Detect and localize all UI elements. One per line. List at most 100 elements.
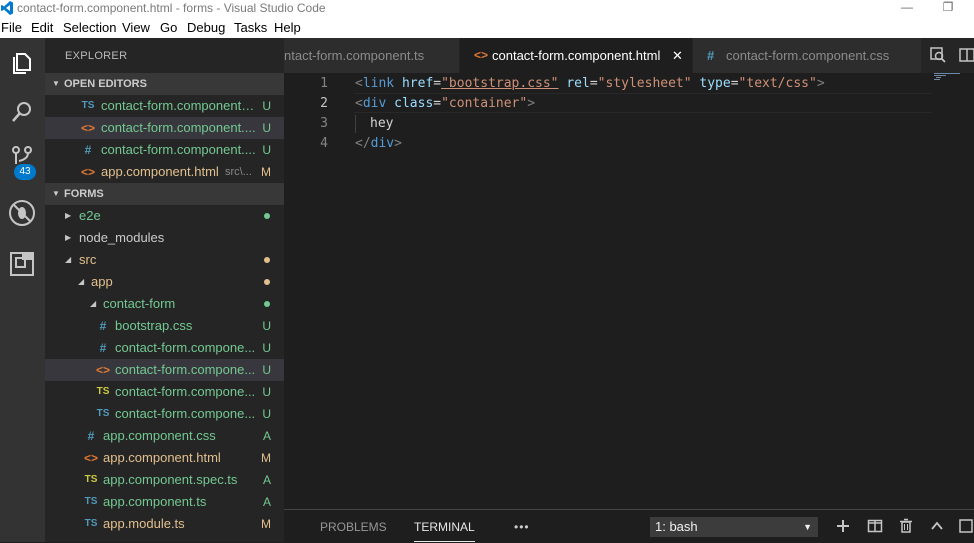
menu-debug[interactable]: Debug <box>187 20 225 35</box>
folder-name: contact-form <box>103 296 176 311</box>
open-editor-name: contact-form.component.... <box>101 120 256 135</box>
menu-selection[interactable]: Selection <box>63 20 116 35</box>
typescript-icon: TS <box>84 518 98 529</box>
status-dot <box>264 279 270 285</box>
menu-file[interactable]: File <box>1 20 22 35</box>
open-editors-label: OPEN EDITORS <box>64 78 147 90</box>
search-icon[interactable] <box>7 97 37 127</box>
close-icon[interactable]: ✕ <box>672 38 683 73</box>
project-header[interactable]: ▼ FORMS <box>45 183 284 205</box>
folder-item[interactable]: ◢ contact-form <box>45 293 284 315</box>
menu-help[interactable]: Help <box>274 20 301 35</box>
project-label: FORMS <box>64 188 104 200</box>
maximize-panel-icon[interactable] <box>958 518 974 534</box>
trash-icon[interactable] <box>898 518 914 534</box>
status-badge: U <box>262 319 271 333</box>
menu-edit[interactable]: Edit <box>31 20 53 35</box>
status-badge: M <box>261 517 271 531</box>
menu-view[interactable]: View <box>122 20 150 35</box>
chevron-right-icon: ▶ <box>65 233 72 242</box>
open-editor-name: contact-form.component.t... <box>101 98 257 113</box>
file-name: app.component.css <box>103 428 216 443</box>
chevron-down-icon: ▼ <box>52 189 60 198</box>
file-item[interactable]: # contact-form.compone... U <box>45 337 284 359</box>
chevron-up-icon[interactable] <box>929 518 945 534</box>
open-preview-icon[interactable] <box>929 46 947 64</box>
html-icon: <> <box>96 363 111 377</box>
open-editor-name: app.component.html <box>101 164 219 179</box>
tab-contact-form-css[interactable]: # contact-form.component.css <box>693 38 921 73</box>
sidebar-title: EXPLORER <box>65 50 128 62</box>
bottom-panel: PROBLEMS TERMINAL ••• 1: bash ▼ <box>284 509 974 543</box>
split-terminal-icon[interactable] <box>867 518 883 534</box>
status-badge: U <box>262 363 271 377</box>
more-actions-icon[interactable]: ••• <box>514 520 530 534</box>
folder-item[interactable]: ▶ node_modules <box>45 227 284 249</box>
open-editor-item[interactable]: <> app.component.html src\... M <box>45 161 284 183</box>
extensions-icon[interactable] <box>7 249 37 279</box>
open-editors-header[interactable]: ▼ OPEN EDITORS <box>45 73 284 95</box>
tab-problems[interactable]: PROBLEMS <box>320 520 387 534</box>
open-editor-item[interactable]: # contact-form.component.... U <box>45 139 284 161</box>
token: hey <box>370 116 394 131</box>
file-name: contact-form.compone... <box>115 384 256 399</box>
open-editor-path: src\... <box>225 166 252 178</box>
status-badge: A <box>262 429 271 443</box>
typescript-icon: TS <box>84 474 98 485</box>
tab-terminal[interactable]: TERMINAL <box>414 520 475 542</box>
open-editor-item[interactable]: TS contact-form.component.t... U <box>45 95 284 117</box>
debug-icon[interactable] <box>7 198 37 228</box>
terminal-select[interactable]: 1: bash ▼ <box>650 517 818 537</box>
folder-item[interactable]: ◢ src <box>45 249 284 271</box>
file-name: app.component.html <box>103 450 221 465</box>
file-item[interactable]: # bootstrap.css U <box>45 315 284 337</box>
file-item[interactable]: TS contact-form.compone... U <box>45 381 284 403</box>
folder-item[interactable]: ◢ app <box>45 271 284 293</box>
menu-tasks[interactable]: Tasks <box>234 20 267 35</box>
token: > <box>394 136 402 151</box>
css-icon: # <box>99 319 107 333</box>
file-item[interactable]: TS app.component.ts A <box>45 491 284 513</box>
file-item[interactable]: TS app.module.ts M <box>45 513 284 535</box>
token: div <box>370 136 395 151</box>
file-item[interactable]: <> app.component.html M <box>45 447 284 469</box>
menu-bar: File Edit Selection View Go Debug Tasks … <box>0 17 974 38</box>
html-icon: <> <box>84 451 99 465</box>
tab-label: ntact-form.component.ts <box>284 48 425 63</box>
css-icon: # <box>707 48 715 63</box>
file-item[interactable]: <> contact-form.compone... U <box>45 359 284 381</box>
css-icon: # <box>87 429 95 443</box>
explorer-icon[interactable] <box>7 48 37 78</box>
line-number: 1 <box>320 76 328 91</box>
token: "container" <box>441 96 528 111</box>
file-item[interactable]: # app.component.css A <box>45 425 284 447</box>
html-icon: <> <box>81 121 96 135</box>
status-dot <box>264 257 270 263</box>
title-bar: contact-form.component.html - forms - Vi… <box>0 0 974 17</box>
file-item[interactable]: TS app.component.spec.ts A <box>45 469 284 491</box>
code-editor[interactable]: 1 2 3 4 <link href="bootstrap.css" rel="… <box>284 73 974 509</box>
token: "stylesheet" <box>597 76 692 91</box>
status-badge: U <box>262 121 271 135</box>
editor-scrollbar[interactable] <box>960 73 974 509</box>
file-item[interactable]: TS contact-form.compone... U <box>45 403 284 425</box>
typescript-icon: TS <box>84 496 98 507</box>
typescript-icon: TS <box>96 408 110 419</box>
token: "text/css" <box>738 76 817 91</box>
file-name: contact-form.compone... <box>115 406 256 421</box>
tab-contact-form-html[interactable]: <> contact-form.component.html ✕ <box>460 38 692 73</box>
restore-button[interactable]: ❐ <box>934 0 962 17</box>
typescript-icon: TS <box>96 386 110 397</box>
status-badge: U <box>262 385 271 399</box>
chevron-down-icon: ▼ <box>803 522 812 532</box>
minimize-button[interactable]: — <box>893 0 921 17</box>
folder-item[interactable]: ▶ e2e <box>45 205 284 227</box>
token: href <box>401 76 434 91</box>
menu-go[interactable]: Go <box>160 20 177 35</box>
tab-contact-form-ts[interactable]: ntact-form.component.ts <box>284 38 459 73</box>
add-terminal-icon[interactable] <box>835 518 851 534</box>
token: </ <box>355 136 371 151</box>
split-editor-icon[interactable] <box>958 46 974 64</box>
folder-name: app <box>91 274 113 289</box>
open-editor-item[interactable]: <> contact-form.component.... U <box>45 117 284 139</box>
